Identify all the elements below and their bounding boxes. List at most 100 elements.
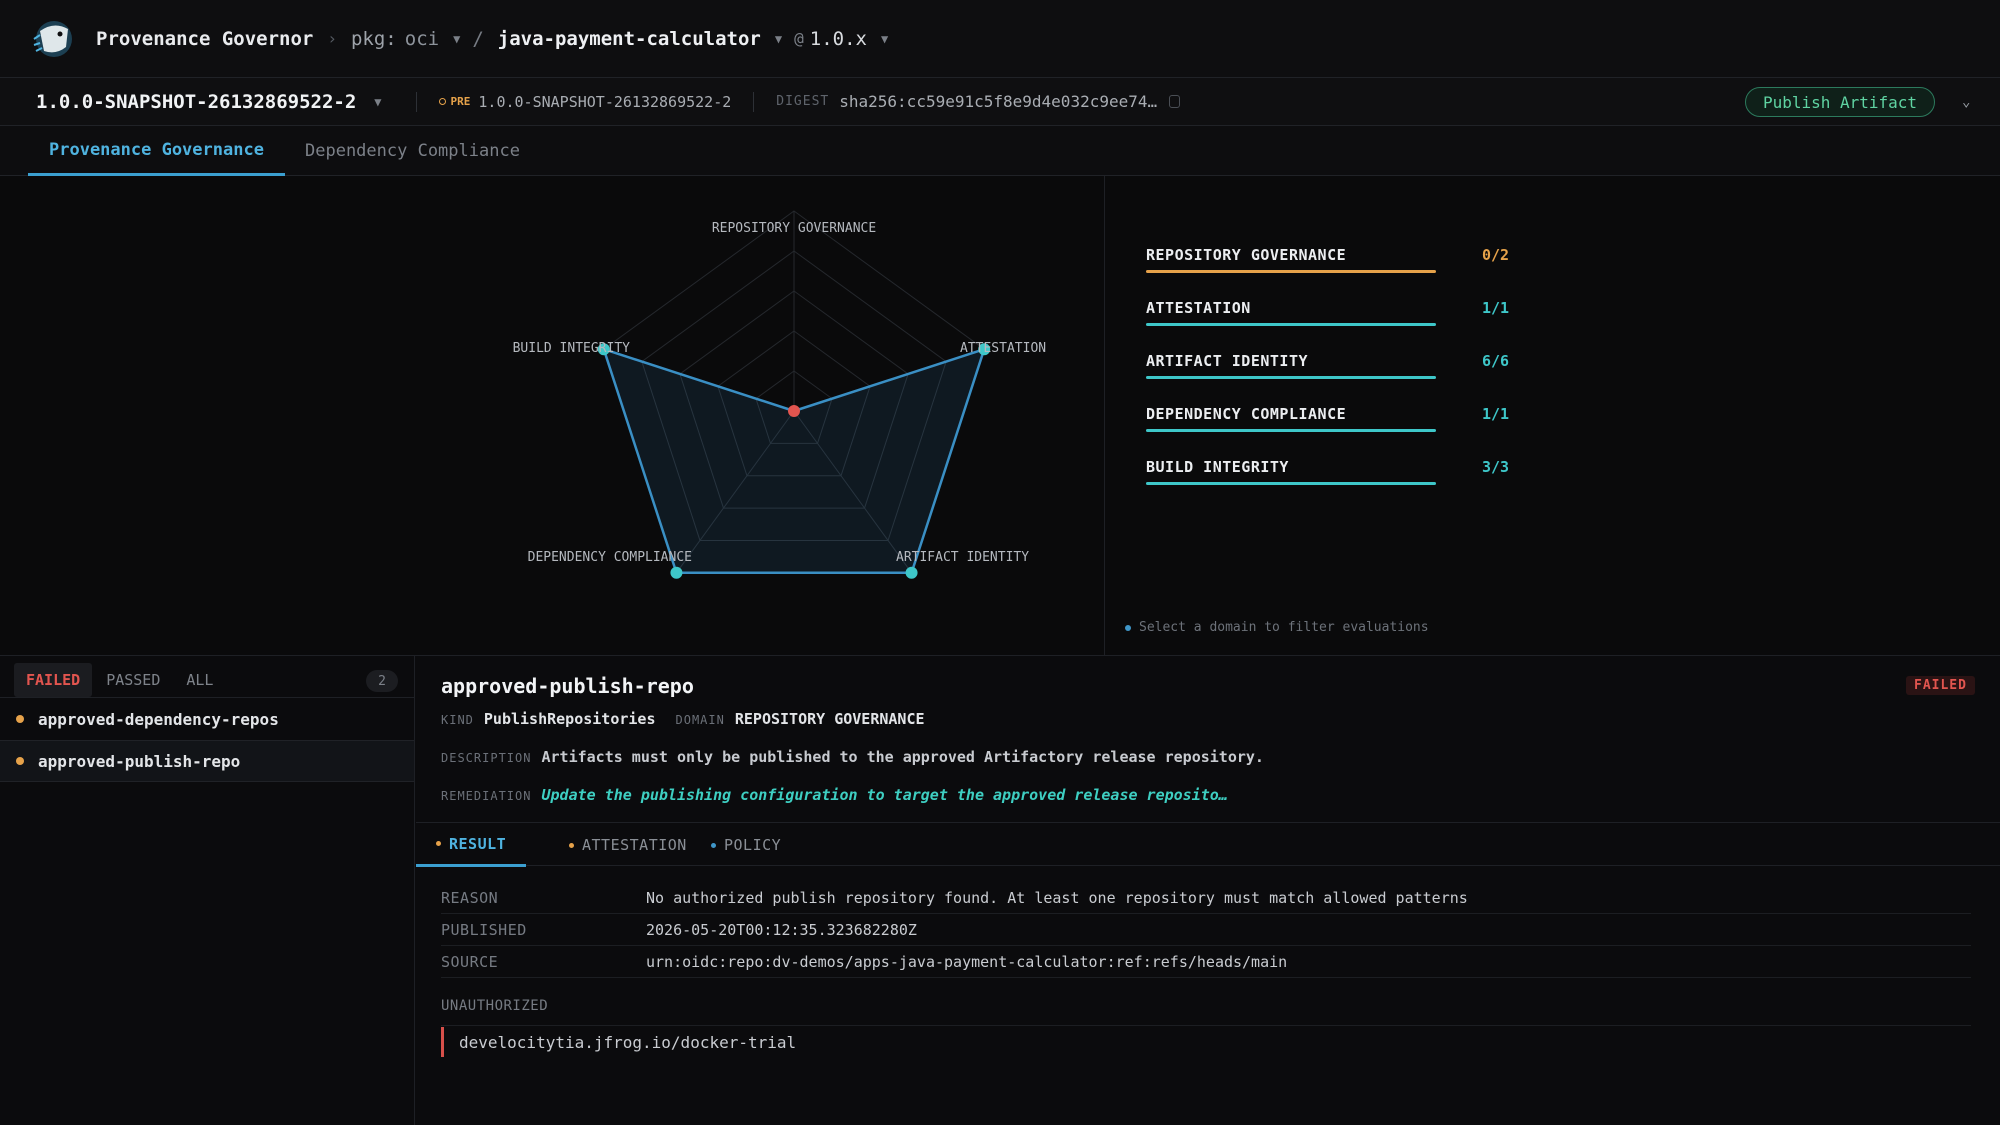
prerelease-tag: PRE <box>450 95 471 108</box>
domain-radar-chart: REPOSITORY GOVERNANCE ATTESTATION ARTIFACT… <box>513 210 1046 579</box>
radar-data-point[interactable] <box>788 405 800 417</box>
field-key: SOURCE <box>441 952 499 971</box>
description-text: Artifacts must only be published to the … <box>541 748 1264 766</box>
attestation-dot-icon <box>569 842 574 848</box>
digest-value: sha256:cc59e91c5f8e9d4e032c9ee74… <box>839 92 1158 111</box>
evaluation-detail-panel: approved-publish-repo FAILED KIND Publis… <box>416 656 2000 1125</box>
domain-score-panel: REPOSITORY GOVERNANCE 0/2 ATTESTATION 1/… <box>1105 176 2000 655</box>
divider <box>415 91 417 112</box>
tab-attestation[interactable]: ATTESTATION <box>549 823 707 867</box>
domain-name: REPOSITORY GOVERNANCE <box>1146 246 1347 264</box>
rule-title: approved-publish-repo <box>441 674 694 698</box>
evaluation-filter-bar: FAILED PASSED ALL <box>14 661 227 699</box>
breadcrumb-separator-icon: › <box>327 29 337 48</box>
divider <box>753 91 755 112</box>
tab-policy-label: POLICY <box>724 836 782 854</box>
description-label: DESCRIPTION <box>441 751 532 765</box>
tab-dependency-compliance[interactable]: Dependency Compliance <box>284 126 541 176</box>
tab-policy[interactable]: POLICY <box>691 823 801 867</box>
prerelease-dot-icon <box>438 98 446 105</box>
kind-label: KIND <box>441 713 474 727</box>
domain-name: BUILD INTEGRITY <box>1146 458 1289 476</box>
pkg-type-value[interactable]: oci <box>405 28 439 50</box>
list-item[interactable]: approved-publish-repo <box>0 740 414 782</box>
domain-score: 6/6 <box>1482 352 1510 370</box>
domain-row-build-integrity[interactable]: BUILD INTEGRITY 3/3 <box>1142 458 1542 508</box>
domain-filter-hint-text: Select a domain to filter evaluations <box>1139 620 1429 635</box>
pkg-type-dropdown-icon[interactable]: ▼ <box>453 32 460 46</box>
field-value: 2026-05-20T00:12:35.323682280Z <box>646 920 917 939</box>
domain-label: DOMAIN <box>675 713 725 727</box>
app-title[interactable]: Provenance Governor <box>96 28 313 50</box>
version-selector[interactable]: 1.0.x <box>810 28 867 50</box>
artifact-version-bar: 1.0.0-SNAPSHOT-26132869522-2 ▼ PRE 1.0.0… <box>0 78 2000 126</box>
failed-status-dot-icon <box>16 757 24 765</box>
domain-name: DEPENDENCY COMPLIANCE <box>1146 405 1347 423</box>
rule-description: DESCRIPTION Artifacts must only be publi… <box>441 748 1264 766</box>
field-key: PUBLISHED <box>441 920 527 939</box>
evaluation-list-panel: FAILED PASSED ALL 2 approved-dependency-… <box>0 656 415 1125</box>
domain-name: ARTIFACT IDENTITY <box>1146 352 1309 370</box>
remediation-label: REMEDIATION <box>441 789 532 803</box>
result-dot-icon <box>436 841 441 846</box>
unauthorized-repository: develocitytia.jfrog.io/docker-trial <box>441 1027 796 1057</box>
domain-row-repository-governance[interactable]: REPOSITORY GOVERNANCE 0/2 <box>1142 246 1542 296</box>
domain-row-dependency-compliance[interactable]: DEPENDENCY COMPLIANCE 1/1 <box>1142 405 1542 455</box>
tab-result-label: RESULT <box>449 834 507 853</box>
app-logo-icon[interactable] <box>30 17 78 61</box>
domain-score-bar <box>1146 482 1436 485</box>
tab-result[interactable]: RESULT <box>416 823 527 867</box>
result-tabs: RESULT ATTESTATION POLICY <box>416 822 2000 867</box>
tab-attestation-label: ATTESTATION <box>582 836 687 854</box>
list-item[interactable]: approved-dependency-repos <box>0 698 414 740</box>
domain-row-artifact-identity[interactable]: ARTIFACT IDENTITY 6/6 <box>1142 352 1542 402</box>
unauthorized-label: UNAUTHORIZED <box>441 998 1971 1026</box>
failed-status-dot-icon <box>16 715 24 723</box>
radar-axis-label[interactable]: BUILD INTEGRITY <box>513 341 631 356</box>
rule-name: approved-dependency-repos <box>38 709 279 729</box>
field-key: REASON <box>441 888 499 907</box>
radar-axis-label[interactable]: REPOSITORY GOVERNANCE <box>712 221 876 236</box>
filter-failed[interactable]: FAILED <box>14 663 93 697</box>
prerelease-version: 1.0.0-SNAPSHOT-26132869522-2 <box>478 92 732 111</box>
copy-digest-icon[interactable] <box>1169 95 1181 108</box>
artifact-version-selector[interactable]: 1.0.0-SNAPSHOT-26132869522-2 <box>36 91 356 113</box>
domain-score: 0/2 <box>1482 246 1510 264</box>
evaluation-count-badge: 2 <box>366 670 398 692</box>
field-value: urn:oidc:repo:dv-demos/apps-java-payment… <box>646 952 1288 971</box>
radar-data-point[interactable] <box>670 566 683 579</box>
domain-score-bar <box>1146 376 1436 379</box>
domain-name: ATTESTATION <box>1146 299 1251 317</box>
domain-value: REPOSITORY GOVERNANCE <box>734 710 925 728</box>
rule-name: approved-publish-repo <box>38 751 241 771</box>
field-value: No authorized publish repository found. … <box>646 888 1468 907</box>
domain-score: 1/1 <box>1482 299 1510 317</box>
radar-data-point[interactable] <box>905 566 918 579</box>
tab-provenance-governance[interactable]: Provenance Governance <box>28 126 285 176</box>
result-field-published: PUBLISHED 2026-05-20T00:12:35.323682280Z <box>441 914 1971 946</box>
chevron-down-icon[interactable]: ⌄ <box>1962 94 1970 110</box>
radar-chart-panel: REPOSITORY GOVERNANCE ATTESTATION ARTIFACT… <box>0 176 1104 655</box>
repository-name[interactable]: java-payment-calculator <box>498 28 761 50</box>
domain-score: 1/1 <box>1482 405 1510 423</box>
repository-dropdown-icon[interactable]: ▼ <box>775 32 782 46</box>
publish-artifact-button[interactable]: Publish Artifact <box>1745 87 1935 117</box>
main-tabs: Provenance Governance Dependency Complia… <box>0 126 2000 176</box>
rule-remediation: REMEDIATION Update the publishing config… <box>441 786 1228 804</box>
result-field-source: SOURCE urn:oidc:repo:dv-demos/apps-java-… <box>441 946 1971 978</box>
version-dropdown-icon[interactable]: ▼ <box>881 32 888 46</box>
breadcrumb-slash: / <box>472 27 484 50</box>
filter-passed[interactable]: PASSED <box>94 663 172 697</box>
filter-all[interactable]: ALL <box>174 663 225 697</box>
info-dot-icon <box>1125 624 1131 631</box>
kind-value: PublishRepositories <box>483 710 656 728</box>
radar-axis-label[interactable]: ATTESTATION <box>960 341 1046 356</box>
domain-score-bar <box>1146 270 1436 273</box>
artifact-version-dropdown-icon[interactable]: ▼ <box>374 95 381 109</box>
pkg-label: pkg: <box>350 27 397 50</box>
domain-row-attestation[interactable]: ATTESTATION 1/1 <box>1142 299 1542 349</box>
rule-meta: KIND PublishRepositories DOMAIN REPOSITO… <box>441 710 945 728</box>
radar-axis-label[interactable]: DEPENDENCY COMPLIANCE <box>528 550 692 565</box>
radar-axis-label[interactable]: ARTIFACT IDENTITY <box>896 550 1029 565</box>
domain-score-bar <box>1146 429 1436 432</box>
